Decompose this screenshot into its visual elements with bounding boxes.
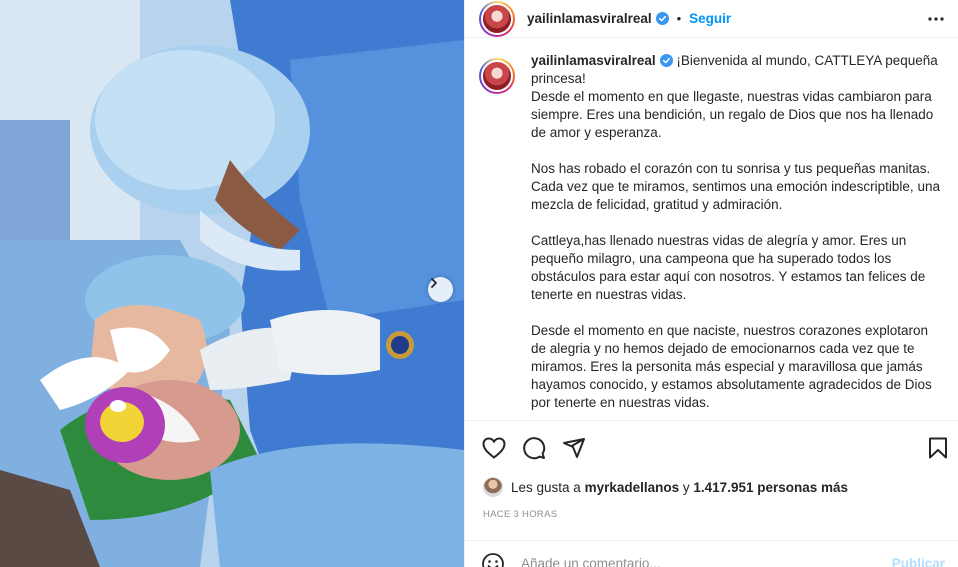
caption: yailinlamasviralreal ¡Bienvenida al mund… — [479, 52, 958, 418]
post-timestamp[interactable]: HACE 3 HORAS — [483, 509, 557, 520]
author-username[interactable]: yailinlamasviralreal — [527, 11, 652, 26]
post-header: yailinlamasviralreal • Seguir — [465, 0, 958, 38]
verified-badge-icon — [655, 12, 669, 25]
caption-author-avatar[interactable] — [479, 58, 515, 94]
comment-box: Publicar — [465, 540, 958, 567]
liker-avatar[interactable] — [483, 477, 503, 497]
verified-badge-icon — [659, 54, 673, 67]
share-icon[interactable] — [561, 435, 587, 461]
caption-paragraph-4: Desde el momento en que naciste, nuestro… — [531, 323, 932, 410]
publish-button[interactable]: Publicar — [892, 556, 945, 567]
caption-paragraph-2: Nos has robado el corazón con tu sonrisa… — [531, 161, 940, 212]
caption-paragraph-3: Cattleya,has llenado nuestras vidas de a… — [531, 233, 926, 302]
photo-illustration — [0, 0, 464, 567]
heart-icon[interactable] — [481, 435, 507, 461]
chevron-right-icon — [431, 278, 437, 288]
carousel-next-button[interactable] — [428, 277, 453, 302]
caption-paragraph-1: yailinlamasviralreal ¡Bienvenida al mund… — [531, 52, 945, 142]
more-options-icon[interactable] — [927, 10, 945, 28]
likes-summary[interactable]: Les gusta a myrkadellanos y 1.417.951 pe… — [483, 477, 848, 497]
caption-username[interactable]: yailinlamasviralreal — [531, 53, 656, 68]
author-avatar[interactable] — [479, 0, 515, 37]
follow-button[interactable]: Seguir — [689, 11, 731, 26]
caption-text: yailinlamasviralreal ¡Bienvenida al mund… — [531, 52, 945, 418]
bookmark-icon[interactable] — [925, 435, 951, 461]
caption-scroll-area[interactable]: yailinlamasviralreal ¡Bienvenida al mund… — [465, 52, 958, 418]
separator-dot: • — [676, 11, 682, 26]
action-bar — [465, 420, 958, 470]
comment-icon[interactable] — [521, 435, 547, 461]
post-photo[interactable] — [0, 0, 464, 567]
post-side-panel: yailinlamasviralreal • Seguir yailinlama… — [464, 0, 958, 567]
emoji-icon[interactable] — [481, 552, 505, 567]
likes-prefix: Les gusta a — [511, 479, 581, 495]
likes-count[interactable]: 1.417.951 personas más — [693, 480, 848, 495]
comment-input[interactable] — [521, 556, 861, 567]
likes-connector: y — [682, 479, 690, 495]
liker-username[interactable]: myrkadellanos — [585, 480, 680, 495]
